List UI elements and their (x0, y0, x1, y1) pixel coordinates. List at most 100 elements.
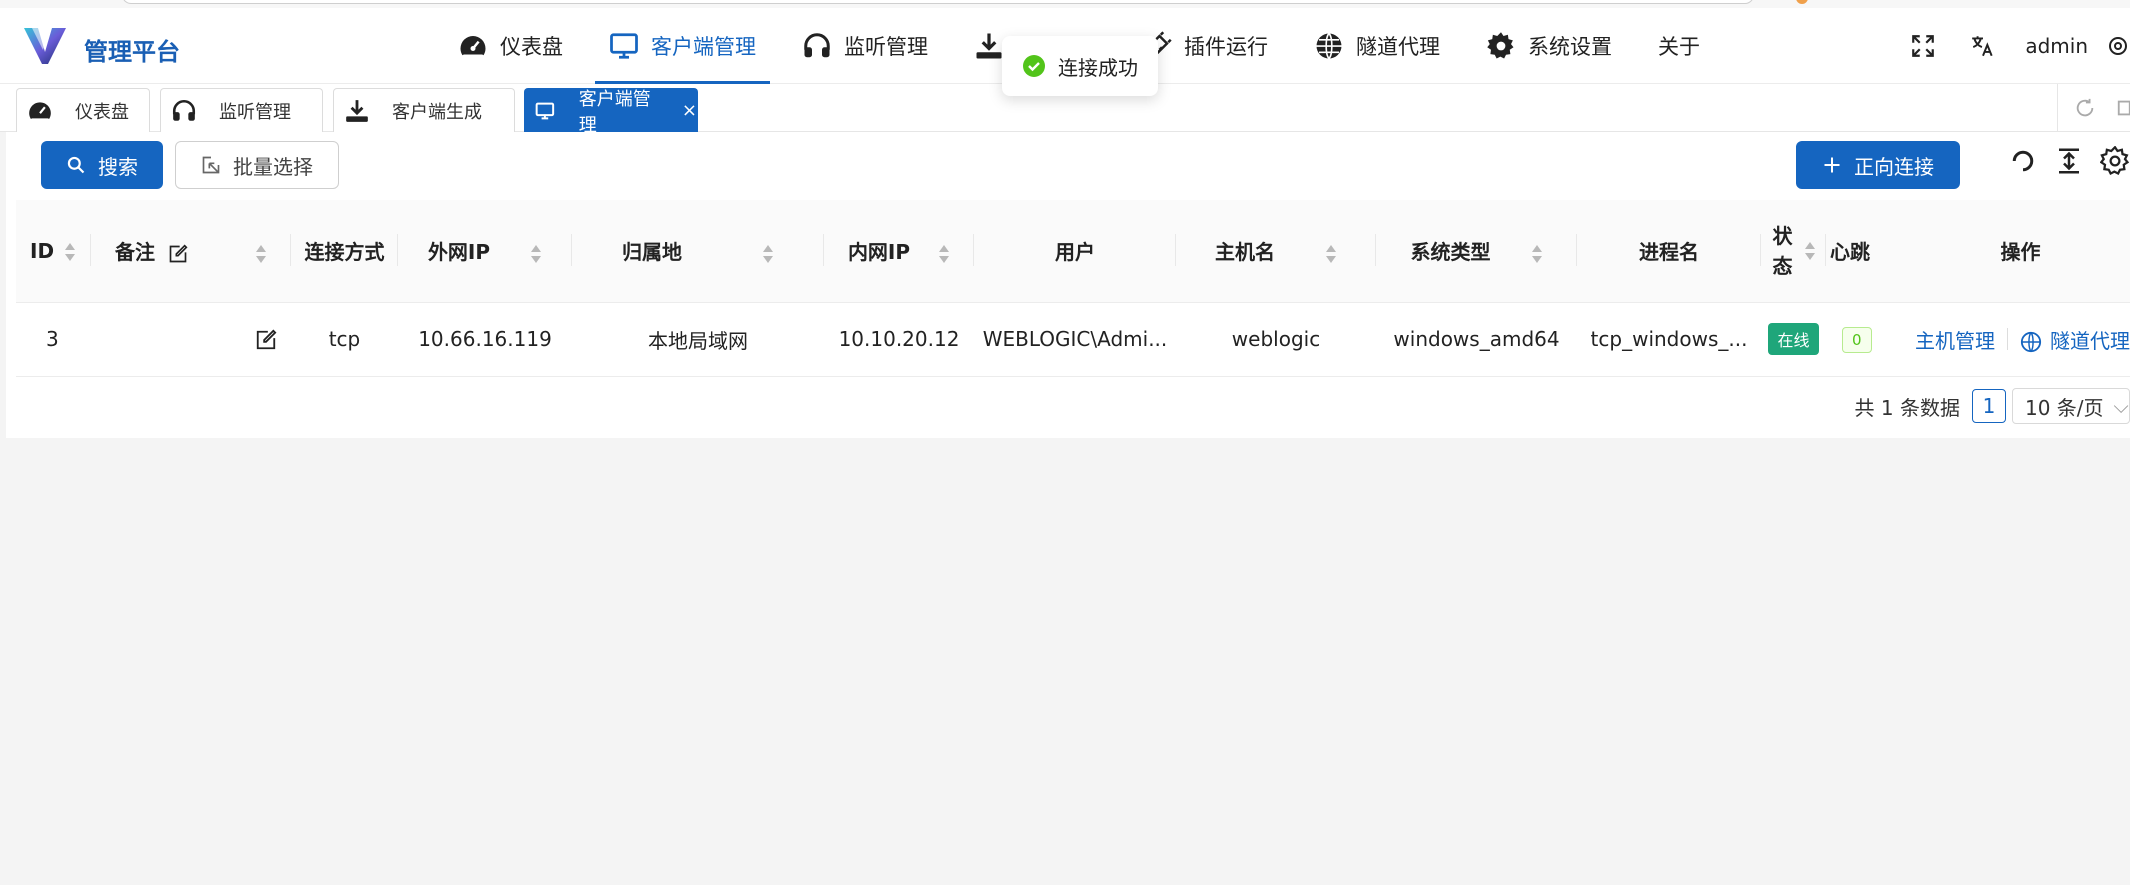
language-button[interactable] (1953, 33, 2013, 59)
header-conn: 连接方式 (291, 200, 398, 303)
client-list-panel: 搜索 批量选择 正向连接 ID 备注 连接方式 外网IP 归属地 内网IP 用户… (6, 132, 2130, 438)
sort-icon[interactable] (1531, 244, 1543, 264)
browser-chrome (0, 0, 2130, 8)
browser-extension-icon[interactable] (1796, 0, 1808, 4)
header-location[interactable]: 归属地 (572, 200, 824, 303)
header-host[interactable]: 主机名 (1176, 200, 1376, 303)
forward-connect-button[interactable]: 正向连接 (1796, 141, 1960, 189)
sort-icon[interactable] (530, 244, 542, 264)
cell-status: 在线 (1761, 302, 1826, 377)
chevron-down-icon: ⌵ (2113, 394, 2129, 418)
sort-icon[interactable] (938, 244, 950, 264)
fullscreen-icon (1912, 35, 1935, 57)
cell-lan-ip: 10.10.20.12 (824, 302, 974, 377)
search-button[interactable]: 搜索 (41, 141, 163, 189)
tab-listener-management[interactable]: 监听管理 (160, 88, 323, 132)
dashboard-icon (29, 101, 51, 119)
sort-icon[interactable] (1804, 241, 1816, 261)
cell-user: WEBLOGIC\Admi... (974, 302, 1176, 377)
header-user: 用户 (974, 200, 1176, 303)
tunnel-proxy-link[interactable]: 隧道代理 (2020, 325, 2130, 354)
table-settings-icon[interactable] (2100, 146, 2130, 176)
page-size-select[interactable]: 10 条/页 ⌵ (2012, 388, 2130, 424)
download-icon (346, 99, 368, 122)
header-wan-ip[interactable]: 外网IP (398, 200, 572, 303)
settings-icon (2109, 37, 2127, 55)
translate-icon (1972, 36, 1993, 57)
page-number-button[interactable]: 1 (1972, 389, 2006, 423)
nav-system-settings[interactable]: 系统设置 (1472, 8, 1626, 84)
plus-icon (1824, 157, 1840, 173)
fullscreen-button[interactable] (1893, 33, 1953, 59)
cell-proc: tcp_windows_... (1577, 302, 1761, 377)
status-badge: 在线 (1768, 323, 1819, 355)
forward-connect-label: 正向连接 (1854, 154, 1934, 179)
total-count: 共 1 条数据 (1854, 395, 1960, 420)
nav-about-label: 关于 (1658, 35, 1700, 59)
column-height-icon[interactable] (2054, 146, 2084, 176)
logo-icon (24, 28, 66, 64)
select-icon (202, 156, 220, 174)
reload-icon[interactable] (2008, 146, 2038, 176)
header-ops: 操作 (1911, 200, 2130, 303)
refresh-icon[interactable] (2074, 97, 2096, 119)
header-tools: admin (1893, 8, 2130, 84)
cell-note (91, 302, 291, 377)
cell-beat: 0 (1826, 302, 1911, 377)
batch-select-button[interactable]: 批量选择 (175, 141, 339, 189)
search-icon (67, 156, 85, 174)
table-header-row: ID 备注 连接方式 外网IP 归属地 内网IP 用户 主机名 系统类型 进程名… (16, 200, 2130, 303)
nav-client-management-label: 客户端管理 (651, 35, 756, 59)
header-settings-button[interactable] (2106, 33, 2130, 59)
edit-note-icon[interactable] (255, 329, 277, 351)
header-proc: 进程名 (1577, 200, 1761, 303)
host-manage-link[interactable]: 主机管理 (1915, 325, 1995, 354)
nav-client-management[interactable]: 客户端管理 (595, 8, 770, 84)
success-toast: 连接成功 (1002, 36, 1158, 96)
layout-icon[interactable] (2116, 97, 2130, 119)
monitor-icon (610, 33, 638, 59)
header-beat: 心跳 (1826, 200, 1911, 303)
header-os[interactable]: 系统类型 (1376, 200, 1577, 303)
search-button-label: 搜索 (98, 154, 138, 179)
cell-host: weblogic (1176, 302, 1376, 377)
header-note[interactable]: 备注 (91, 200, 291, 303)
table-tools (1992, 146, 2130, 176)
nav-about[interactable]: 关于 (1644, 8, 1714, 84)
current-user[interactable]: admin (2025, 34, 2088, 58)
edit-icon (169, 244, 188, 263)
gear-icon (1487, 32, 1514, 59)
cell-location: 本地局域网 (572, 302, 824, 377)
tab-client-generate[interactable]: 客户端生成 (333, 88, 515, 132)
sort-icon[interactable] (255, 244, 267, 264)
address-bar[interactable] (122, 0, 1754, 4)
tab-dashboard[interactable]: 仪表盘 (16, 88, 150, 132)
sort-icon[interactable] (762, 244, 774, 264)
nav-tunnel-proxy[interactable]: 隧道代理 (1300, 8, 1454, 84)
tab-listener-management-label: 监听管理 (219, 101, 291, 123)
nav-system-settings-label: 系统设置 (1528, 35, 1612, 59)
nav-plugin-run-label: 插件运行 (1184, 35, 1268, 59)
tab-client-management[interactable]: 客户端管理 × (524, 88, 698, 136)
cell-os: windows_amd64 (1376, 302, 1577, 377)
monitor-icon (535, 102, 555, 119)
download-icon (976, 33, 1002, 59)
tabbar-tools (2057, 84, 2130, 132)
client-table: ID 备注 连接方式 外网IP 归属地 内网IP 用户 主机名 系统类型 进程名… (16, 200, 2130, 377)
cell-ops: 主机管理 隧道代理 (1911, 302, 2130, 377)
tab-client-management-label: 客户端管理 (578, 88, 651, 136)
header-id[interactable]: ID (16, 200, 91, 303)
sort-icon[interactable] (64, 242, 76, 262)
header-lan-ip[interactable]: 内网IP (824, 200, 974, 303)
pagination: 共 1 条数据 1 10 条/页 ⌵ (1855, 388, 2130, 424)
nav-dashboard[interactable]: 仪表盘 (444, 8, 577, 84)
tab-close-button[interactable]: × (682, 100, 697, 121)
cell-conn: tcp (291, 302, 398, 377)
cell-id: 3 (16, 302, 91, 377)
brand-title: 管理平台 (84, 38, 180, 66)
sort-icon[interactable] (1325, 244, 1337, 264)
header-status[interactable]: 状态 (1761, 200, 1826, 303)
nav-tunnel-proxy-label: 隧道代理 (1356, 35, 1440, 59)
tab-dashboard-label: 仪表盘 (75, 101, 129, 123)
nav-listener-management[interactable]: 监听管理 (788, 8, 942, 84)
